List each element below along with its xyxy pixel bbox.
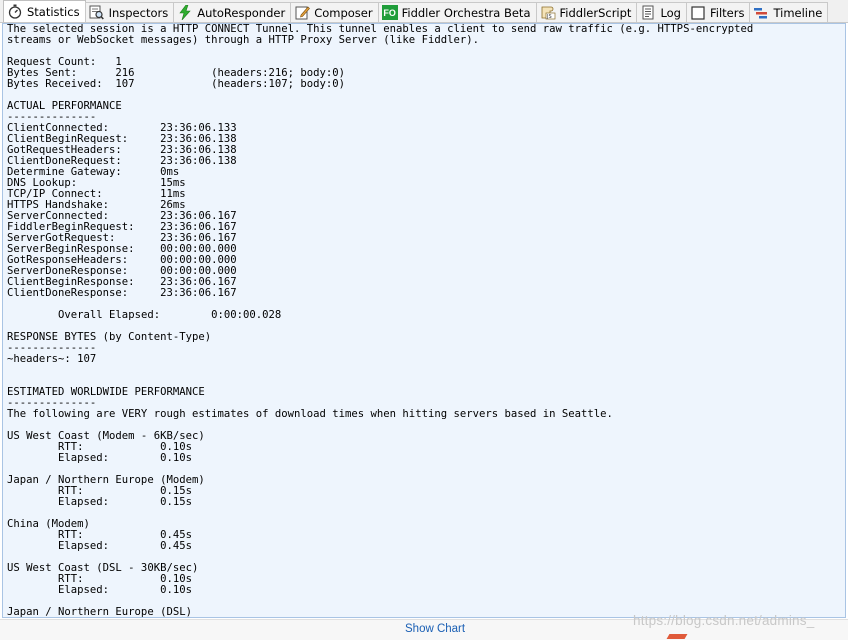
tab-label: FiddlerScript (559, 5, 632, 20)
tab-log[interactable]: Log (636, 2, 687, 22)
statistics-report-text: The selected session is a HTTP CONNECT T… (7, 23, 754, 618)
lightning-icon (177, 5, 193, 21)
show-chart-link[interactable]: Show Chart (405, 623, 465, 635)
checkbox-icon (690, 5, 706, 21)
tab-label: Fiddler Orchestra Beta (401, 5, 531, 20)
inspector-icon (89, 5, 105, 21)
tab-label: Filters (709, 5, 745, 20)
tab-label: Timeline (773, 5, 823, 20)
fo-icon-text: FO (383, 7, 396, 18)
tab-bar: Statistics Inspectors AutoResponder Comp… (0, 0, 848, 23)
log-icon (640, 5, 656, 21)
tab-label: Composer (314, 5, 373, 20)
tab-label: Inspectors (108, 5, 169, 20)
compose-icon (294, 5, 310, 21)
tab-inspectors[interactable]: Inspectors (84, 2, 175, 22)
svg-text:JS: JS (546, 14, 552, 20)
tab-composer[interactable]: Composer (290, 2, 379, 22)
tab-fiddlerscript[interactable]: JS FiddlerScript (535, 2, 638, 22)
stopwatch-icon (7, 4, 23, 20)
statistics-panel: The selected session is a HTTP CONNECT T… (2, 23, 846, 618)
tab-label: Log (660, 5, 681, 20)
decorative-red-mark (666, 634, 688, 639)
fo-icon: FO (381, 5, 398, 20)
tab-fiddler-orchestra[interactable]: FO Fiddler Orchestra Beta (377, 2, 537, 22)
timeline-icon (753, 5, 769, 21)
script-icon: JS (540, 5, 556, 21)
tab-statistics[interactable]: Statistics (3, 0, 86, 22)
tab-autoresponder[interactable]: AutoResponder (173, 2, 292, 22)
tab-label: Statistics (27, 4, 80, 19)
tab-label: AutoResponder (197, 5, 286, 20)
tab-filters[interactable]: Filters (685, 2, 751, 22)
watermark-text: https://blog.csdn.net/admins_ (633, 613, 815, 628)
tab-timeline[interactable]: Timeline (749, 2, 829, 22)
